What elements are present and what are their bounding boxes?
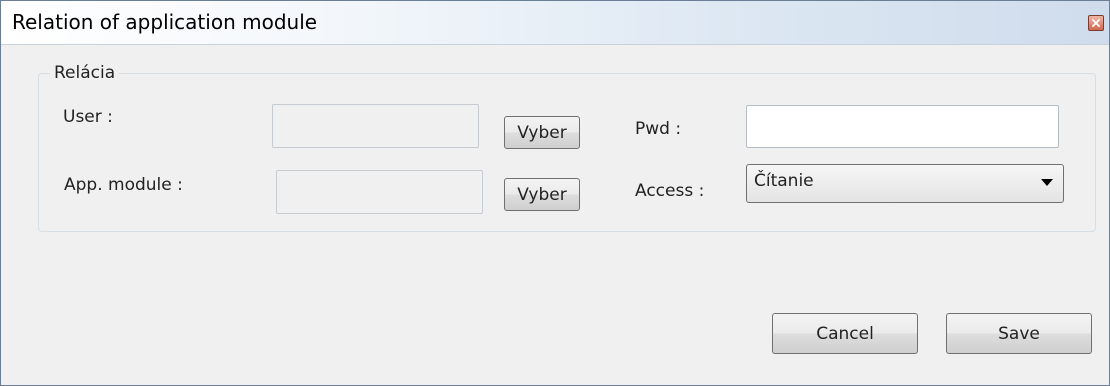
save-button[interactable]: Save [946,313,1092,354]
pwd-label: Pwd : [635,119,682,139]
access-dropdown[interactable]: Čítanie [746,164,1064,203]
access-selected-value: Čítanie [754,171,814,191]
app-module-field[interactable] [276,170,483,214]
cancel-button[interactable]: Cancel [772,313,918,354]
groupbox-legend: Relácia [50,63,120,83]
access-label: Access : [635,181,705,201]
title-bar[interactable]: Relation of application module [1,1,1109,45]
user-select-button[interactable]: Vyber [504,116,580,149]
dialog-window: Relation of application module Relácia U… [0,0,1110,386]
dropdown-arrow-icon [1041,179,1053,187]
app-module-label: App. module : [64,175,183,195]
close-button[interactable] [1088,15,1104,31]
app-module-select-button[interactable]: Vyber [504,178,580,211]
close-icon [1092,19,1100,27]
user-field[interactable] [272,104,479,148]
pwd-field[interactable] [746,105,1059,148]
user-label: User : [63,107,113,127]
window-title: Relation of application module [12,10,318,34]
